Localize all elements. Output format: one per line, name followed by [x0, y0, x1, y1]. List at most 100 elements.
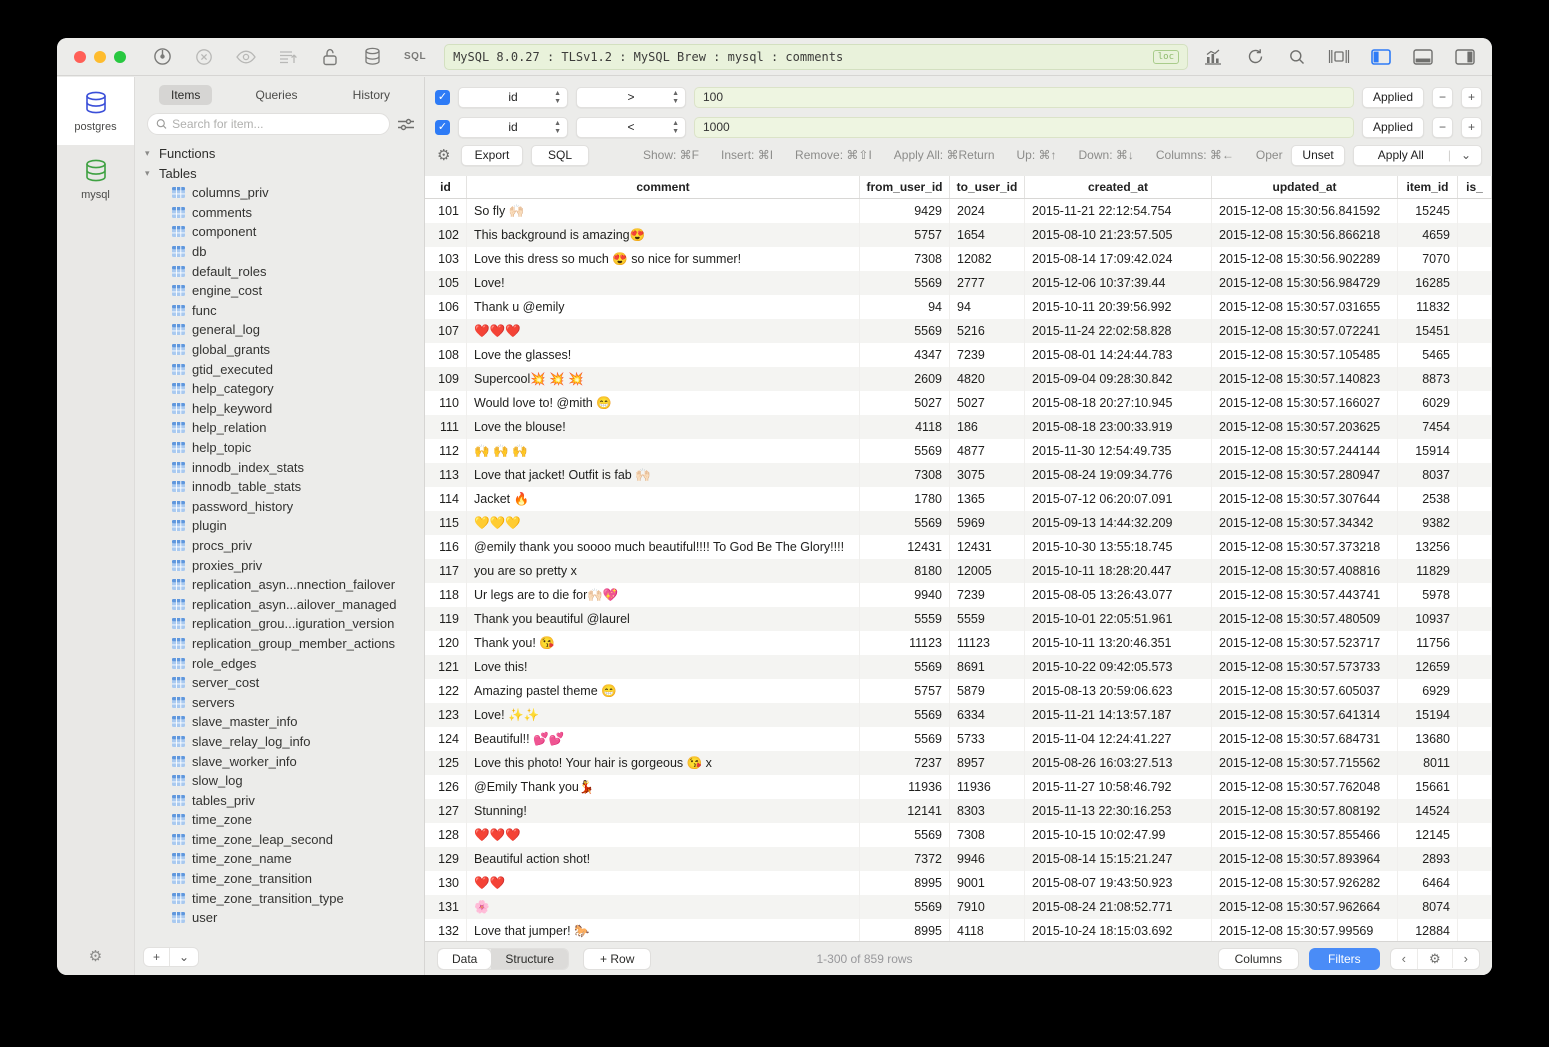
search-input[interactable]: [172, 117, 381, 131]
table-row[interactable]: 106Thank u @emily94942015-10-11 20:39:56…: [425, 295, 1492, 319]
filters-button[interactable]: Filters: [1309, 948, 1380, 970]
sidebar-item-table[interactable]: columns_priv: [135, 183, 424, 203]
filter-enabled-checkbox[interactable]: ✓: [435, 120, 450, 135]
tab-structure[interactable]: Structure: [491, 949, 568, 969]
lock-icon[interactable]: [320, 47, 340, 67]
table-row[interactable]: 105Love!556927772015-12-06 10:37:39.4420…: [425, 271, 1492, 295]
sidebar-item-table[interactable]: plugin: [135, 516, 424, 536]
tab-history[interactable]: History: [341, 85, 402, 105]
tree-group-functions[interactable]: ▾ Functions: [135, 143, 424, 163]
sidebar-item-table[interactable]: replication_group_member_actions: [135, 634, 424, 654]
table-row[interactable]: 131🌸556979102015-08-24 21:08:52.7712015-…: [425, 895, 1492, 919]
table-row[interactable]: 110Would love to! @mith 😁502750272015-08…: [425, 391, 1492, 415]
sidebar-item-table[interactable]: innodb_index_stats: [135, 457, 424, 477]
export-button[interactable]: Export: [461, 145, 523, 166]
table-row[interactable]: 126@Emily Thank you💃11936119362015-11-27…: [425, 775, 1492, 799]
table-row[interactable]: 124Beautiful!! 💕💕556957332015-11-04 12:2…: [425, 727, 1492, 751]
sidebar-item-table[interactable]: default_roles: [135, 261, 424, 281]
chart-icon[interactable]: [1202, 47, 1224, 67]
table-row[interactable]: 123Love! ✨✨556963342015-11-21 14:13:57.1…: [425, 703, 1492, 727]
filter-options-icon[interactable]: [398, 118, 414, 131]
prev-page-button[interactable]: ‹: [1391, 949, 1417, 968]
sidebar-item-table[interactable]: time_zone_name: [135, 849, 424, 869]
sidebar-item-table[interactable]: help_keyword: [135, 399, 424, 419]
sidebar-item-table[interactable]: slave_worker_info: [135, 751, 424, 771]
table-row[interactable]: 121Love this!556986912015-10-22 09:42:05…: [425, 655, 1492, 679]
settings-gear-icon[interactable]: ⚙: [57, 947, 134, 965]
filter-field-select[interactable]: id▲▼: [458, 117, 568, 138]
sidebar-item-table[interactable]: role_edges: [135, 653, 424, 673]
filter-applied-button[interactable]: Applied: [1362, 117, 1424, 138]
filter-operator-select[interactable]: >▲▼: [576, 87, 686, 108]
column-header[interactable]: updated_at: [1212, 176, 1398, 198]
table-row[interactable]: 102This background is amazing😍5757165420…: [425, 223, 1492, 247]
tab-items[interactable]: Items: [159, 85, 212, 105]
sidebar-item-table[interactable]: servers: [135, 692, 424, 712]
add-row-button[interactable]: + Row: [583, 948, 651, 970]
toggle-left-panel-icon[interactable]: [1370, 47, 1392, 67]
sidebar-item-table[interactable]: comments: [135, 203, 424, 223]
sidebar-item-table[interactable]: time_zone: [135, 810, 424, 830]
disconnect-icon[interactable]: [194, 47, 214, 67]
next-page-button[interactable]: ›: [1452, 949, 1479, 968]
table-row[interactable]: 132Love that jumper! 🐎899541182015-10-24…: [425, 919, 1492, 941]
sidebar-item-table[interactable]: tables_priv: [135, 790, 424, 810]
table-row[interactable]: 117you are so pretty x8180120052015-10-1…: [425, 559, 1492, 583]
table-row[interactable]: 127Stunning!1214183032015-11-13 22:30:16…: [425, 799, 1492, 823]
sidebar-item-table[interactable]: general_log: [135, 320, 424, 340]
sidebar-item-table[interactable]: replication_grou...iguration_version: [135, 614, 424, 634]
connection-mysql[interactable]: mysql: [57, 145, 134, 213]
connect-icon[interactable]: [152, 47, 172, 67]
sidebar-item-table[interactable]: help_category: [135, 379, 424, 399]
table-row[interactable]: 130❤️❤️899590012015-08-07 19:43:50.92320…: [425, 871, 1492, 895]
sql-editor-icon[interactable]: SQL: [404, 51, 426, 62]
close-window-button[interactable]: [74, 51, 86, 63]
remove-filter-button[interactable]: −: [1432, 87, 1453, 108]
column-header[interactable]: item_id: [1398, 176, 1458, 198]
column-header[interactable]: created_at: [1025, 176, 1212, 198]
filter-operator-select[interactable]: <▲▼: [576, 117, 686, 138]
table-row[interactable]: 122Amazing pastel theme 😁575758792015-08…: [425, 679, 1492, 703]
sidebar-item-table[interactable]: user: [135, 908, 424, 928]
sidebar-item-table[interactable]: slave_relay_log_info: [135, 732, 424, 752]
sidebar-item-table[interactable]: slave_master_info: [135, 712, 424, 732]
tree-group-tables[interactable]: ▾ Tables: [135, 163, 424, 183]
add-filter-button[interactable]: +: [1461, 117, 1482, 138]
table-row[interactable]: 128❤️❤️❤️556973082015-10-15 10:02:47.992…: [425, 823, 1492, 847]
connection-postgres[interactable]: postgres: [57, 77, 134, 145]
table-row[interactable]: 103Love this dress so much 😍 so nice for…: [425, 247, 1492, 271]
columns-button[interactable]: Columns: [1218, 948, 1299, 970]
add-item-button[interactable]: +: [144, 948, 169, 966]
sidebar-item-table[interactable]: help_topic: [135, 438, 424, 458]
table-row[interactable]: 113Love that jacket! Outfit is fab 🙌🏻730…: [425, 463, 1492, 487]
column-header[interactable]: from_user_id: [860, 176, 950, 198]
reload-icon[interactable]: [1244, 47, 1266, 67]
table-row[interactable]: 107❤️❤️❤️556952162015-11-24 22:02:58.828…: [425, 319, 1492, 343]
minimize-window-button[interactable]: [94, 51, 106, 63]
table-row[interactable]: 112🙌 🙌 🙌556948772015-11-30 12:54:49.7352…: [425, 439, 1492, 463]
sidebar-item-table[interactable]: time_zone_leap_second: [135, 830, 424, 850]
table-row[interactable]: 115💛💛💛556959692015-09-13 14:44:32.209201…: [425, 511, 1492, 535]
sidebar-item-table[interactable]: procs_priv: [135, 536, 424, 556]
table-row[interactable]: 116@emily thank you soooo much beautiful…: [425, 535, 1492, 559]
table-row[interactable]: 111Love the blouse!41181862015-08-18 23:…: [425, 415, 1492, 439]
sql-button[interactable]: SQL: [531, 145, 589, 166]
sidebar-item-table[interactable]: innodb_table_stats: [135, 477, 424, 497]
sidebar-item-table[interactable]: db: [135, 242, 424, 262]
sidebar-item-table[interactable]: replication_asyn...ailover_managed: [135, 594, 424, 614]
table-row[interactable]: 129Beautiful action shot!737299462015-08…: [425, 847, 1492, 871]
preview-eye-icon[interactable]: [236, 47, 256, 67]
item-search-field[interactable]: [147, 113, 390, 135]
table-row[interactable]: 109Supercool💥 💥 💥260948202015-09-04 09:2…: [425, 367, 1492, 391]
table-row[interactable]: 108Love the glasses!434772392015-08-01 1…: [425, 343, 1492, 367]
sidebar-item-table[interactable]: replication_asyn...nnection_failover: [135, 575, 424, 595]
search-icon[interactable]: [1286, 47, 1308, 67]
sidebar-item-table[interactable]: slow_log: [135, 771, 424, 791]
sidebar-item-table[interactable]: global_grants: [135, 340, 424, 360]
sidebar-item-table[interactable]: time_zone_transition: [135, 869, 424, 889]
filter-settings-gear-icon[interactable]: ⚙: [437, 146, 453, 164]
table-row[interactable]: 118Ur legs are to die for🙌🏻💖994072392015…: [425, 583, 1492, 607]
tab-queries[interactable]: Queries: [243, 85, 309, 105]
add-filter-button[interactable]: +: [1461, 87, 1482, 108]
database-icon[interactable]: [362, 47, 382, 67]
